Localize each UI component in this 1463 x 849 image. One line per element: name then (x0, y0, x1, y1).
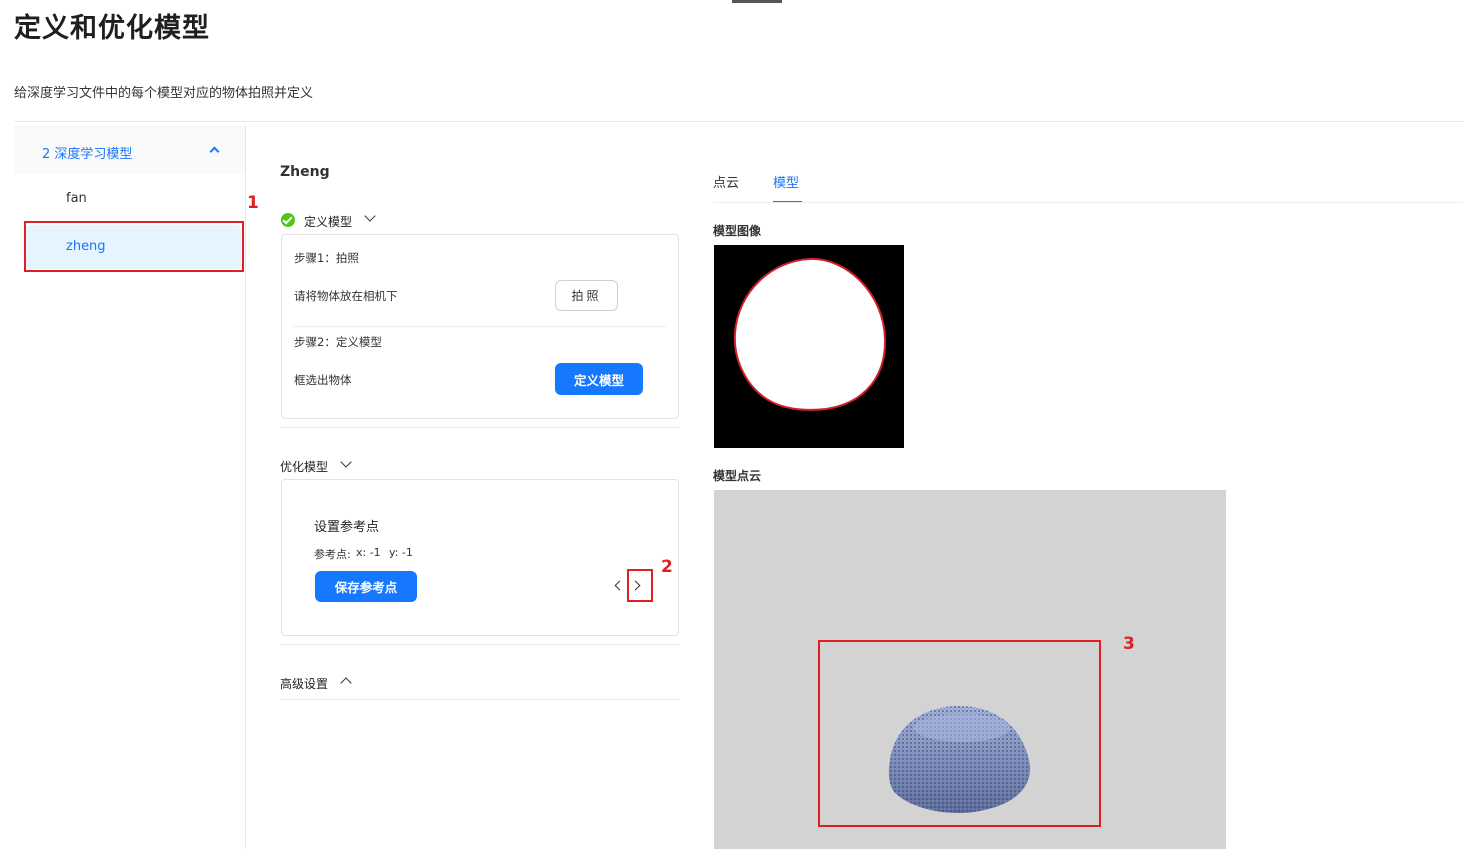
sidebar-item-label: fan (66, 191, 87, 206)
take-photo-button[interactable]: 拍照 (555, 280, 618, 311)
advanced-settings-section-label: 高级设置 (280, 677, 329, 691)
annotation-box-3 (818, 640, 1101, 827)
step1-title: 步骤1：拍照 (294, 251, 359, 265)
model-image (714, 245, 904, 448)
reference-point-label: 参考点: (314, 548, 351, 561)
step1-description: 请将物体放在相机下 (294, 289, 398, 303)
object-title: Zheng (280, 164, 330, 180)
define-model-section-label: 定义模型 (304, 215, 353, 229)
tab-point-cloud[interactable]: 点云 (713, 172, 739, 191)
chevron-up-icon (209, 146, 220, 157)
sidebar-group-header[interactable]: 2 深度学习模型 (14, 126, 245, 174)
sidebar-group-label: 2 深度学习模型 (42, 147, 133, 162)
sidebar-item-fan[interactable]: fan (14, 177, 245, 221)
model-image-mask (733, 257, 887, 411)
tabs-divider (713, 202, 1463, 203)
page-title: 定义和优化模型 (14, 13, 210, 44)
annotation-number-1: 1 (247, 193, 259, 213)
section-divider (281, 644, 679, 645)
chevron-down-icon[interactable] (340, 456, 352, 468)
section-divider (281, 699, 679, 700)
model-image-label: 模型图像 (713, 224, 762, 238)
step2-description: 框选出物体 (294, 373, 352, 387)
page-description: 给深度学习文件中的每个模型对应的物体拍照并定义 (14, 86, 314, 101)
annotation-box-1 (24, 221, 244, 272)
section-divider (281, 427, 679, 428)
save-reference-point-button[interactable]: 保存参考点 (315, 571, 417, 602)
window-drag-bar (732, 0, 782, 3)
tab-model[interactable]: 模型 (773, 172, 799, 191)
annotation-number-3: 3 (1123, 634, 1135, 654)
step-divider (293, 326, 666, 327)
header-divider (14, 121, 1463, 122)
annotation-number-2: 2 (661, 557, 673, 577)
reference-point-title: 设置参考点 (314, 520, 380, 535)
step2-title: 步骤2：定义模型 (294, 335, 382, 349)
check-circle-icon (281, 213, 295, 227)
chevron-down-icon[interactable] (364, 210, 376, 222)
sidebar-divider (245, 126, 246, 849)
optimize-model-section-label: 优化模型 (280, 460, 329, 474)
define-model-button[interactable]: 定义模型 (555, 363, 643, 395)
annotation-box-2 (627, 569, 653, 602)
reference-point-x: x: -1 (356, 546, 381, 559)
model-point-cloud-label: 模型点云 (713, 469, 762, 483)
reference-point-y: y: -1 (389, 546, 413, 559)
chevron-up-icon[interactable] (340, 677, 352, 689)
